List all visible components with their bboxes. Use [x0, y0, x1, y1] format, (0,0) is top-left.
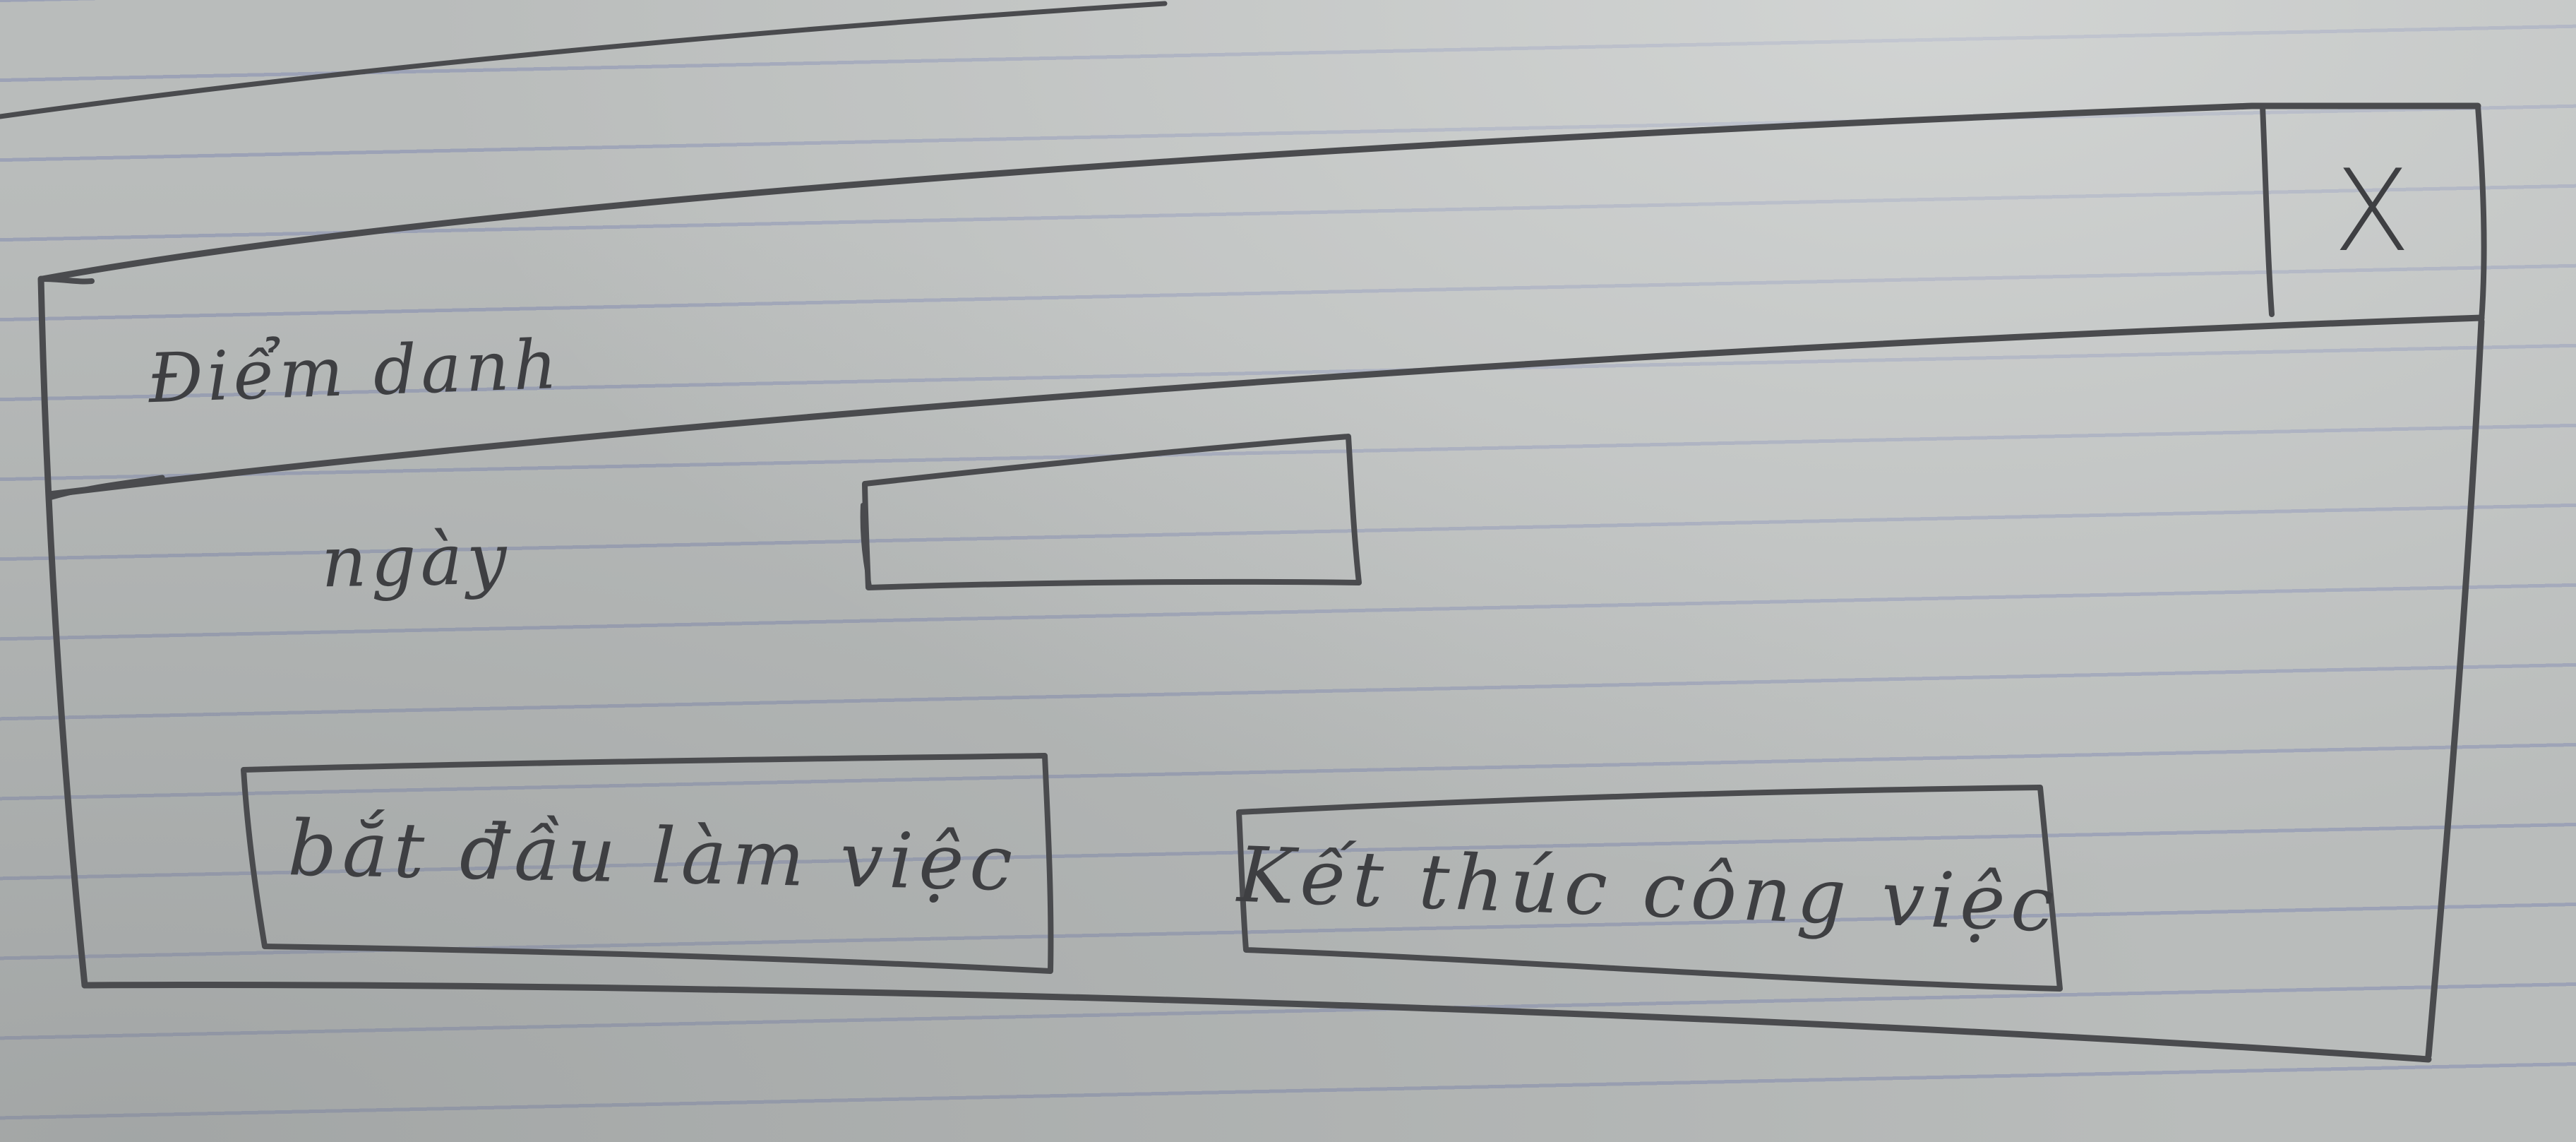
window-left-edge [37, 275, 88, 989]
date-label: ngày [320, 517, 512, 604]
date-input[interactable] [865, 434, 1359, 588]
close-icon: X [2333, 144, 2411, 277]
dialog-title: Điểm danh [147, 324, 563, 419]
window-right-edge [2425, 318, 2485, 1059]
end-work-button-label: Kết thúc công việc [1235, 831, 2061, 949]
stray-line [0, 1, 1168, 119]
end-work-button[interactable]: Kết thúc công việc [1236, 783, 2061, 997]
window-bottom-edge [81, 981, 2432, 1063]
start-work-button[interactable]: bắt đầu làm việc [252, 751, 1054, 962]
close-button[interactable]: X [2266, 105, 2478, 316]
title-bar-top-edge [39, 102, 2481, 282]
start-work-button-label: bắt đầu làm việc [287, 804, 1019, 908]
